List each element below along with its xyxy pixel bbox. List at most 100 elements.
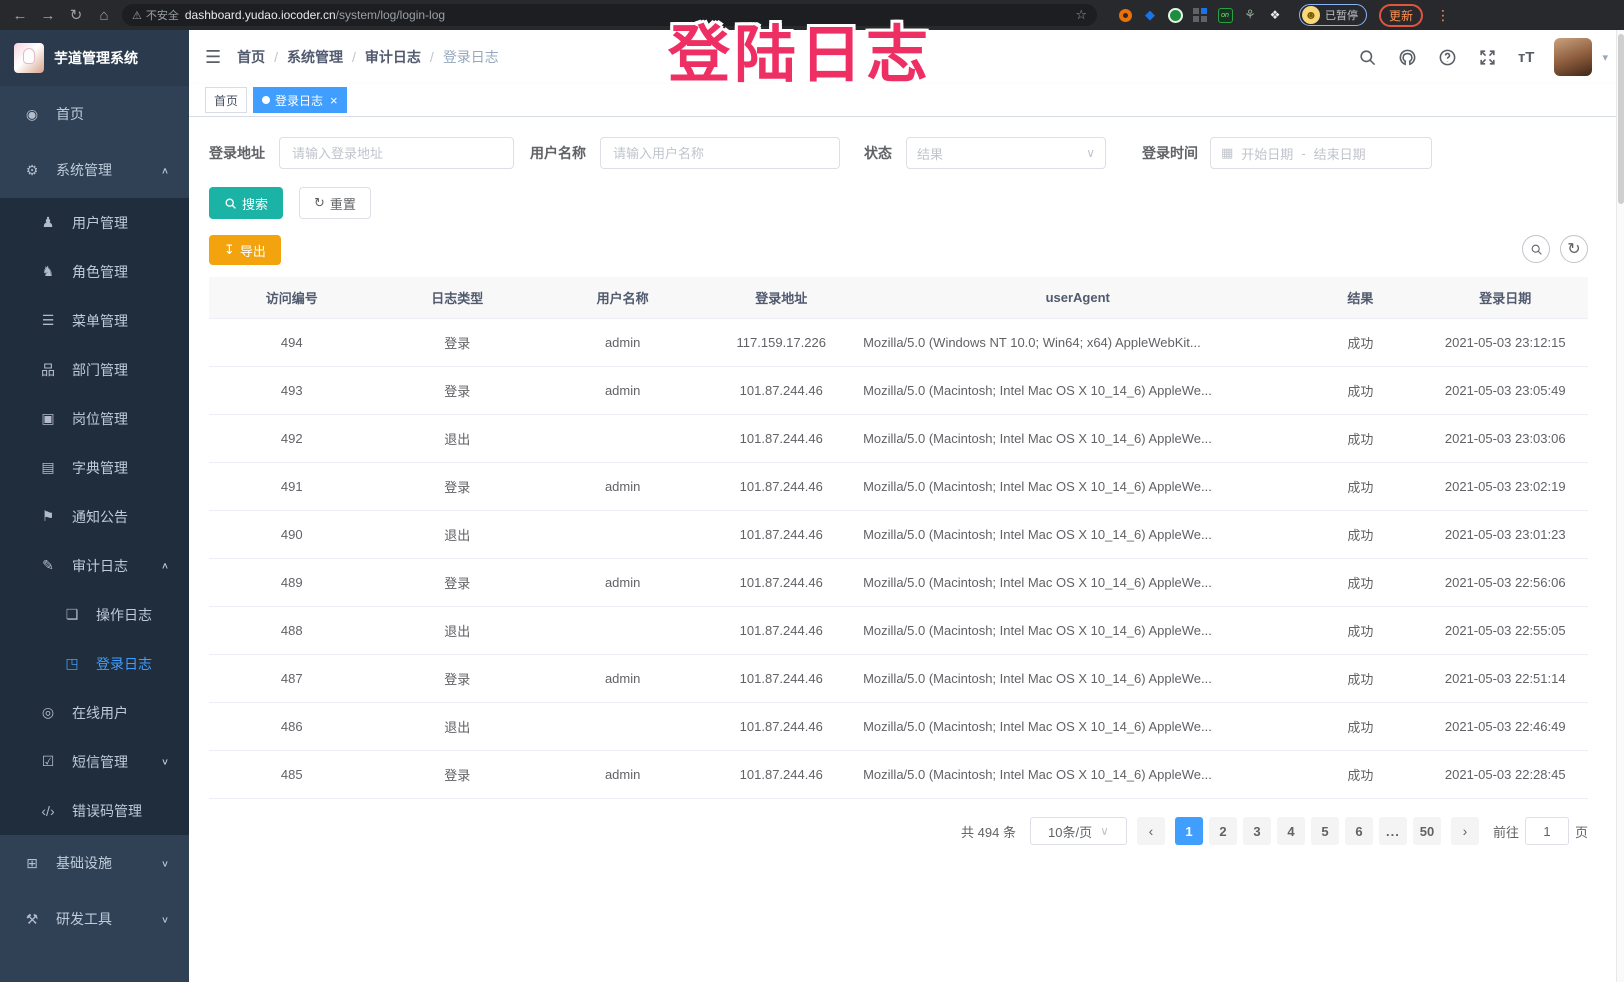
table-tool-buttons: ↻	[1522, 235, 1588, 263]
cell-login-ip: 101.87.244.46	[705, 463, 857, 511]
username-label: 用户名称	[530, 143, 586, 163]
close-icon[interactable]: ×	[330, 94, 338, 107]
toggle-search-button[interactable]	[1522, 235, 1550, 263]
extension-icon-green[interactable]	[1167, 7, 1183, 23]
cell-user-agent: Mozilla/5.0 (Windows NT 10.0; Win64; x64…	[857, 319, 1298, 367]
sidebar-item-notice-announcement[interactable]: ⚑通知公告	[0, 492, 189, 541]
scrollbar-thumb[interactable]	[1618, 34, 1624, 204]
forward-icon[interactable]: →	[36, 3, 60, 27]
help-icon[interactable]	[1438, 47, 1458, 67]
breadcrumb-item[interactable]: 系统管理	[287, 47, 343, 67]
update-label: 更新	[1389, 7, 1413, 24]
cell-username	[540, 607, 705, 655]
pagination-total: 共 494 条	[961, 822, 1016, 841]
sidebar-item-dept-management[interactable]: 品部门管理	[0, 345, 189, 394]
page-content: 登录地址 用户名称 状态 结果 ∨ 登录时间 ▦ 开始日期 - 结束日期	[189, 117, 1624, 982]
sidebar-item-label: 在线用户	[72, 703, 189, 723]
goto-page-input[interactable]	[1525, 817, 1569, 845]
breadcrumb-item[interactable]: 首页	[237, 47, 265, 67]
breadcrumb-item[interactable]: 审计日志	[365, 47, 421, 67]
cell-username: admin	[540, 751, 705, 799]
sidebar-item-label: 研发工具	[56, 909, 161, 929]
extension-icon-gem[interactable]: ◆	[1142, 7, 1158, 23]
extension-icon-on[interactable]: on	[1217, 7, 1233, 23]
prev-page-button[interactable]: ‹	[1137, 817, 1165, 845]
chevron-down-icon[interactable]: ▾	[1602, 51, 1608, 64]
cell-login-date: 2021-05-03 22:56:06	[1422, 559, 1588, 607]
login-time-range-picker[interactable]: ▦ 开始日期 - 结束日期	[1210, 137, 1432, 169]
sidebar-item-error-code-management[interactable]: ‹/›错误码管理	[0, 786, 189, 835]
user-avatar[interactable]	[1554, 38, 1592, 76]
cell-user-agent: Mozilla/5.0 (Macintosh; Intel Mac OS X 1…	[857, 655, 1298, 703]
username-input[interactable]	[600, 137, 840, 169]
sidebar-item-dict-management[interactable]: ▤字典管理	[0, 443, 189, 492]
github-icon[interactable]	[1398, 47, 1418, 67]
browser-update-button[interactable]: 更新	[1379, 4, 1423, 27]
page-size-select[interactable]: 10条/页 ∨	[1030, 817, 1127, 845]
export-button[interactable]: ↧ 导出	[209, 235, 281, 265]
gear-icon: ⚙	[20, 162, 44, 179]
sidebar-item-sms-management[interactable]: ☑短信管理∨	[0, 737, 189, 786]
badge-icon: ▣	[36, 410, 60, 427]
font-size-icon[interactable]: ᴛT	[1518, 49, 1535, 66]
reset-button[interactable]: ↻ 重置	[299, 187, 371, 219]
cell-result: 成功	[1298, 607, 1422, 655]
cell-result: 成功	[1298, 559, 1422, 607]
breadcrumb-item: 登录日志	[443, 47, 499, 67]
sidebar-item-operation-log[interactable]: ❏操作日志	[0, 590, 189, 639]
cell-login-date: 2021-05-03 22:51:14	[1422, 655, 1588, 703]
goto-suffix: 页	[1575, 822, 1588, 841]
page-button[interactable]: 50	[1413, 817, 1441, 845]
search-icon[interactable]	[1358, 47, 1378, 67]
back-icon[interactable]: ←	[8, 3, 32, 27]
browser-profile-chip[interactable]: ☻ 已暂停	[1299, 4, 1367, 26]
page-scrollbar[interactable]	[1616, 30, 1624, 982]
status-select[interactable]: 结果 ∨	[906, 137, 1106, 169]
column-header-log-id: 访问编号	[209, 277, 374, 319]
sidebar-item-system-management[interactable]: ⚙系统管理∧	[0, 142, 189, 198]
page-button[interactable]: 5	[1311, 817, 1339, 845]
reload-icon[interactable]: ↻	[64, 3, 88, 27]
fullscreen-icon[interactable]	[1478, 47, 1498, 67]
sidebar-item-post-management[interactable]: ▣岗位管理	[0, 394, 189, 443]
page-button[interactable]: 3	[1243, 817, 1271, 845]
page-button[interactable]: 1	[1175, 817, 1203, 845]
table-body: 494登录admin117.159.17.226Mozilla/5.0 (Win…	[209, 319, 1588, 799]
bookmark-star-icon[interactable]: ☆	[1075, 7, 1087, 23]
next-page-button[interactable]: ›	[1451, 817, 1479, 845]
page-button[interactable]: 6	[1345, 817, 1373, 845]
security-warning[interactable]: ⚠ 不安全	[132, 7, 179, 23]
search-button[interactable]: 搜索	[209, 187, 283, 219]
sidebar-item-role-management[interactable]: ♞角色管理	[0, 247, 189, 296]
tab-login-log[interactable]: 登录日志×	[253, 87, 347, 113]
refresh-table-button[interactable]: ↻	[1560, 235, 1588, 263]
table-row: 488退出101.87.244.46Mozilla/5.0 (Macintosh…	[209, 607, 1588, 655]
browser-menu-dots-icon[interactable]: ⋮	[1431, 3, 1455, 27]
sidebar-item-audit-log[interactable]: ✎审计日志∧	[0, 541, 189, 590]
table-row: 486退出101.87.244.46Mozilla/5.0 (Macintosh…	[209, 703, 1588, 751]
sidebar-item-menu-management[interactable]: ☰菜单管理	[0, 296, 189, 345]
extensions-puzzle-icon[interactable]: ❖	[1267, 7, 1283, 23]
sidebar-item-online-users[interactable]: ◎在线用户	[0, 688, 189, 737]
page-button[interactable]: 2	[1209, 817, 1237, 845]
extension-icon-leaf[interactable]: ⚘	[1242, 7, 1258, 23]
column-header-login-ip: 登录地址	[705, 277, 857, 319]
extension-icon-orange[interactable]	[1117, 7, 1133, 23]
home-icon[interactable]: ⌂	[92, 3, 116, 27]
sidebar-item-login-log[interactable]: ◳登录日志	[0, 639, 189, 688]
sms-icon: ☑	[36, 753, 60, 770]
tab-home[interactable]: 首页	[205, 87, 247, 113]
page-button[interactable]: 4	[1277, 817, 1305, 845]
extension-icon-grid[interactable]	[1192, 7, 1208, 23]
login-address-input[interactable]	[279, 137, 514, 169]
sidebar-item-dev-tools[interactable]: ⚒研发工具∨	[0, 891, 189, 947]
sidebar-item-user-management[interactable]: ♟用户管理	[0, 198, 189, 247]
hamburger-icon[interactable]: ☰	[205, 47, 221, 68]
sidebar-item-home[interactable]: ◉首页	[0, 86, 189, 142]
sidebar-item-infrastructure[interactable]: ⊞基础设施∨	[0, 835, 189, 891]
address-bar[interactable]: ⚠ 不安全 dashboard.yudao.iocoder.cn/system/…	[122, 4, 1097, 26]
cell-result: 成功	[1298, 367, 1422, 415]
app-logo[interactable]: 芋道管理系统	[0, 30, 189, 86]
cell-login-ip: 101.87.244.46	[705, 367, 857, 415]
range-separator: -	[1301, 146, 1305, 161]
